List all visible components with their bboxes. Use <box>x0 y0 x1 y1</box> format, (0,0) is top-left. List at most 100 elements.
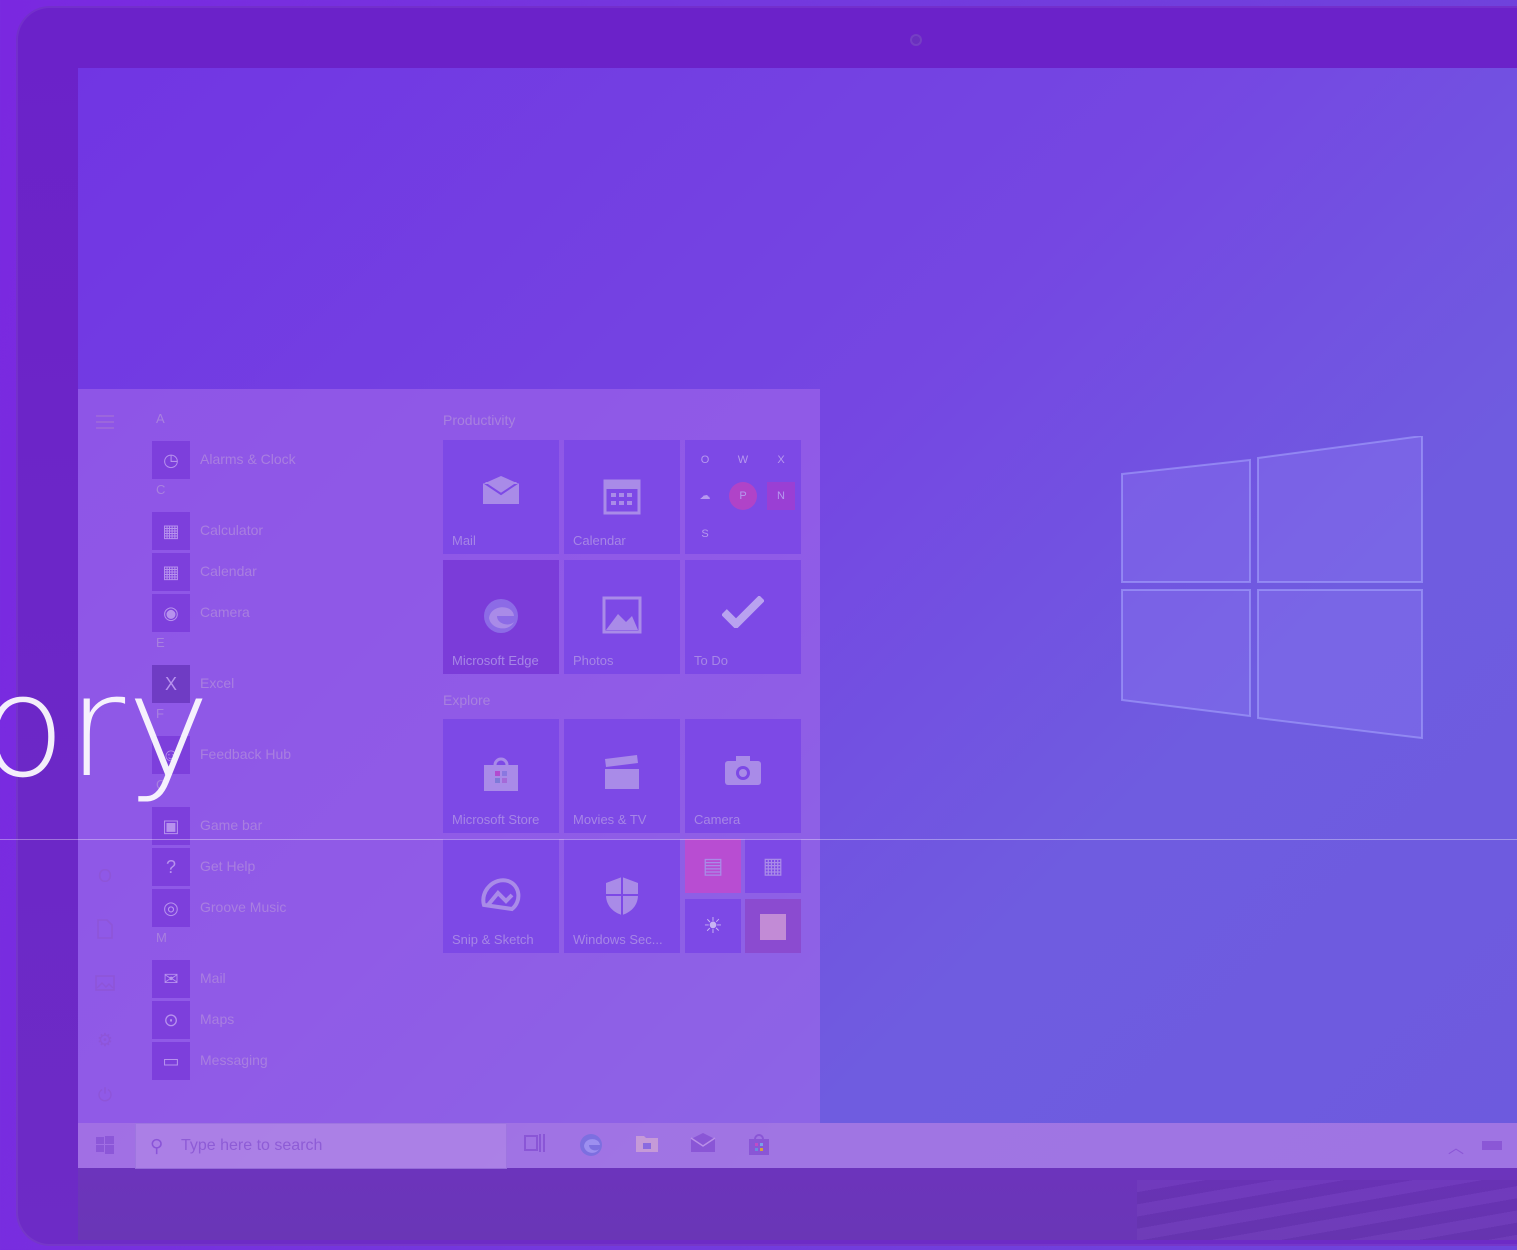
tile-snip-sketch[interactable]: Snip & Sketch <box>443 839 559 953</box>
user-icon[interactable]: O <box>94 865 116 887</box>
group-title-productivity: Productivity <box>443 412 516 428</box>
tile-to-do[interactable]: To Do <box>685 560 801 674</box>
search-icon: ⚲ <box>150 1136 164 1156</box>
edge-taskbar-icon[interactable] <box>578 1133 604 1157</box>
app-list-item[interactable]: ⊙ Maps <box>152 1001 432 1039</box>
shield-icon <box>564 875 680 926</box>
mail-icon <box>443 476 559 515</box>
app-list-item-label: Game bar <box>200 817 263 833</box>
onenote-icon: N <box>767 482 795 510</box>
messaging-icon: ▭ <box>152 1042 190 1080</box>
app-list-letter-c[interactable]: C <box>156 482 165 497</box>
calculator-icon: ▦ <box>762 853 784 878</box>
app-list-item[interactable]: ▦ Calculator <box>152 512 432 550</box>
tile-label: Microsoft Edge <box>452 653 539 668</box>
word-icon: W <box>737 454 749 466</box>
camera-icon: ◉ <box>152 594 190 632</box>
tile-news[interactable]: ▤ <box>685 839 741 893</box>
snip-sketch-icon <box>443 875 559 924</box>
app-list-item[interactable]: ◷ Alarms & Clock <box>152 441 432 479</box>
app-list-item-label: Feedback Hub <box>200 746 292 762</box>
show-hidden-icons-chevron-icon[interactable]: ︿ <box>1448 1134 1464 1158</box>
camera-icon <box>685 755 801 796</box>
hamburger-menu-icon[interactable] <box>94 411 116 433</box>
tile-camera[interactable]: Camera <box>685 719 801 833</box>
clapperboard-icon <box>564 755 680 800</box>
sun-icon: ☀ <box>703 913 723 938</box>
sticky-note-icon <box>760 914 786 941</box>
file-explorer-icon[interactable] <box>634 1133 660 1157</box>
tile-windows-security[interactable]: Windows Sec... <box>564 839 680 953</box>
battery-icon[interactable] <box>1482 1141 1502 1150</box>
search-box[interactable]: ⚲ Type here to search <box>135 1123 507 1169</box>
app-list-item-label: Calculator <box>200 522 264 538</box>
app-list-item-label: Calendar <box>200 563 257 579</box>
windows-logo <box>1121 436 1423 740</box>
keyboard-edge <box>1137 1180 1517 1240</box>
group-title-explore: Explore <box>443 692 491 708</box>
tile-label: Calendar <box>573 533 626 548</box>
tile-sticky-notes[interactable] <box>745 899 801 953</box>
tile-label: Mail <box>452 533 476 548</box>
help-icon: ? <box>152 848 190 886</box>
mail-taskbar-icon[interactable] <box>690 1133 716 1157</box>
app-list-item-label: Camera <box>200 604 250 620</box>
checkmark-icon <box>685 595 801 637</box>
app-list-item-label: Get Help <box>200 858 256 874</box>
app-list-item[interactable]: ? Get Help <box>152 848 432 886</box>
tile-label: Windows Sec... <box>573 932 663 947</box>
app-list-item-label: Maps <box>200 1011 235 1027</box>
search-placeholder: Type here to search <box>181 1137 323 1154</box>
tile-calendar[interactable]: Calendar <box>564 440 680 554</box>
app-list-item-label: Messaging <box>200 1052 268 1068</box>
maps-icon: ⊙ <box>152 1001 190 1039</box>
app-list-item-label: Groove Music <box>200 899 287 915</box>
powerpoint-icon: P <box>729 482 757 510</box>
tile-label: Snip & Sketch <box>452 932 534 947</box>
tile-label: Camera <box>694 812 741 827</box>
tile-office-folder[interactable]: O W X ☁ P N S <box>685 440 801 554</box>
app-list-item[interactable]: ✉ Mail <box>152 960 432 998</box>
onedrive-icon: ☁ <box>699 490 711 502</box>
tile-label: Photos <box>573 653 614 668</box>
news-icon: ▤ <box>702 853 724 878</box>
app-list-item-label: Alarms & Clock <box>200 451 296 467</box>
tile-label: Microsoft Store <box>452 812 540 827</box>
app-list-item[interactable]: ▦ Calendar <box>152 553 432 591</box>
tile-movies-tv[interactable]: Movies & TV <box>564 719 680 833</box>
tile-microsoft-edge[interactable]: Microsoft Edge <box>443 560 559 674</box>
calendar-icon: ▦ <box>152 553 190 591</box>
tile-microsoft-store[interactable]: Microsoft Store <box>443 719 559 833</box>
windows-start-icon[interactable] <box>96 1136 114 1154</box>
task-view-icon[interactable] <box>522 1133 548 1157</box>
app-list-item[interactable]: ▭ Messaging <box>152 1042 432 1080</box>
pictures-icon[interactable] <box>94 974 116 996</box>
taskbar: ⚲ Type here to search ︿ <box>78 1123 1517 1169</box>
tile-mail[interactable]: Mail <box>443 440 559 554</box>
app-list-item-label: Mail <box>200 970 226 986</box>
photos-icon <box>564 596 680 643</box>
music-icon: ◎ <box>152 889 190 927</box>
horizontal-divider <box>0 839 1517 840</box>
skype-icon: S <box>701 528 709 540</box>
power-icon[interactable]: ⏻ <box>94 1084 116 1106</box>
settings-gear-icon[interactable]: ⚙ <box>94 1029 116 1051</box>
app-list-letter-a[interactable]: A <box>156 411 165 426</box>
mail-icon: ✉ <box>152 960 190 998</box>
calculator-icon: ▦ <box>152 512 190 550</box>
edge-icon <box>443 596 559 645</box>
app-list-letter-m[interactable]: M <box>156 930 167 945</box>
app-list-item[interactable]: ◎ Groove Music <box>152 889 432 927</box>
store-taskbar-icon[interactable] <box>746 1133 772 1157</box>
tile-weather[interactable]: ☀ <box>685 899 741 953</box>
documents-icon[interactable] <box>94 919 116 941</box>
tile-photos[interactable]: Photos <box>564 560 680 674</box>
app-list-item[interactable]: ◉ Camera <box>152 594 432 632</box>
clock-icon: ◷ <box>152 441 190 479</box>
tile-label: To Do <box>694 653 728 668</box>
excel-icon: X <box>777 454 785 466</box>
calendar-icon <box>564 476 680 525</box>
tile-label: Movies & TV <box>573 812 647 827</box>
store-icon <box>443 755 559 804</box>
tile-calculator[interactable]: ▦ <box>745 839 801 893</box>
